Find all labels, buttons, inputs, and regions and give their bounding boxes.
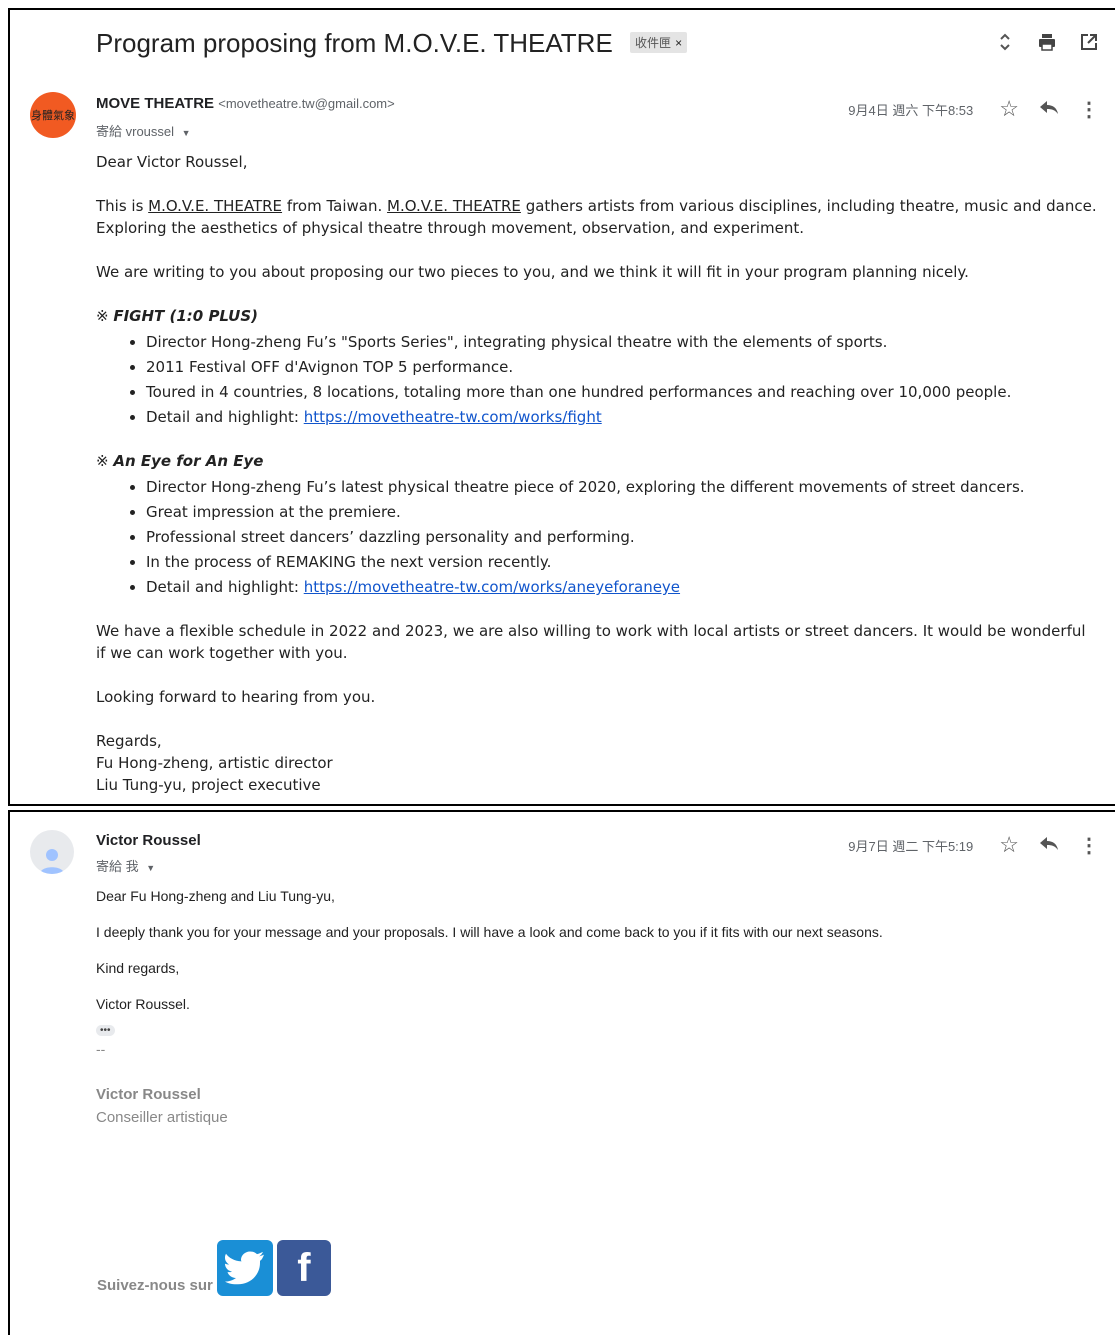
- sender-name[interactable]: Victor Roussel: [96, 832, 201, 849]
- reply-icon[interactable]: [1039, 100, 1059, 119]
- intro-paragraph: This is M.O.V.E. THEATRE from Taiwan. M.…: [96, 195, 1099, 239]
- list-item: 2011 Festival OFF d'Avignon TOP 5 perfor…: [146, 355, 1099, 380]
- label-chip-text: 收件匣: [635, 35, 672, 50]
- header-actions: [995, 32, 1099, 52]
- sender-avatar[interactable]: 身體氣象: [30, 92, 76, 138]
- list-item: Director Hong-zheng Fu’s "Sports Series"…: [146, 330, 1099, 355]
- list-item: Toured in 4 countries, 8 locations, tota…: [146, 380, 1099, 405]
- chevron-down-icon[interactable]: ▼: [182, 128, 191, 138]
- section-an-eye: ※ An Eye for An Eye Director Hong-zheng …: [96, 450, 1099, 600]
- reply-paragraph: I deeply thank you for your message and …: [96, 924, 883, 940]
- message-date: 9月4日 週六 下午8:53: [848, 102, 974, 118]
- list-item: Great impression at the premiere.: [146, 500, 1099, 525]
- more-options-icon[interactable]: ⋮: [1079, 833, 1099, 858]
- reply-icon[interactable]: [1039, 836, 1059, 855]
- avatar-logo-text: 身體氣象: [31, 109, 75, 122]
- fight-link[interactable]: https://movetheatre-tw.com/works/fight: [304, 408, 602, 426]
- signature-separator: --: [96, 1041, 106, 1057]
- social-links: Suivez-nous sur f: [96, 1240, 331, 1296]
- signature-role: Conseiller artistique: [96, 1109, 228, 1126]
- intro-text: This is: [96, 197, 149, 215]
- sender-email: <movetheatre.tw@gmail.com>: [218, 96, 395, 111]
- print-icon[interactable]: [1037, 32, 1057, 52]
- intro-text: from Taiwan.: [282, 197, 388, 215]
- ellipsis-icon: •••: [96, 1025, 115, 1036]
- reference-mark: ※: [96, 452, 114, 470]
- list-item: Professional street dancers’ dazzling pe…: [146, 525, 1099, 550]
- detail-label: Detail and highlight:: [146, 408, 304, 426]
- message-meta: 9月4日 週六 下午8:53 ☆ ⋮: [848, 96, 1099, 122]
- recipient-text: 寄給 vroussel: [96, 124, 175, 139]
- star-icon[interactable]: ☆: [999, 96, 1019, 122]
- section-fight: ※ FIGHT (1:0 PLUS) Director Hong-zheng F…: [96, 305, 1099, 430]
- reply-signoff: Kind regards,: [96, 960, 180, 976]
- section-title: An Eye for An Eye: [113, 452, 264, 470]
- signoff: Regards,: [96, 732, 162, 750]
- open-in-new-window-icon[interactable]: [1079, 32, 1099, 52]
- facebook-letter: f: [297, 1245, 311, 1290]
- subject-text: Program proposing from M.O.V.E. THEATRE: [96, 28, 613, 58]
- sender-line: MOVE THEATRE <movetheatre.tw@gmail.com>: [96, 95, 395, 112]
- chevron-down-icon[interactable]: ▼: [146, 863, 155, 873]
- message-meta: 9月7日 週二 下午5:19 ☆ ⋮: [848, 832, 1099, 858]
- inbox-label-chip[interactable]: 收件匣 ×: [630, 31, 688, 53]
- email-subject: Program proposing from M.O.V.E. THEATRE …: [96, 28, 688, 59]
- fight-bullet-list: Director Hong-zheng Fu’s "Sports Series"…: [146, 330, 1099, 430]
- facebook-icon[interactable]: f: [276, 1240, 331, 1296]
- detail-label: Detail and highlight:: [146, 578, 304, 596]
- an-eye-bullet-list: Director Hong-zheng Fu’s latest physical…: [146, 475, 1099, 600]
- message-date: 9月7日 週二 下午5:19: [848, 838, 974, 854]
- closing-paragraph: Looking forward to hearing from you.: [96, 688, 376, 706]
- person-icon: [40, 849, 64, 874]
- remove-label-icon[interactable]: ×: [675, 36, 682, 50]
- message-thread-top: Program proposing from M.O.V.E. THEATRE …: [8, 8, 1115, 806]
- sender-line: Victor Roussel: [96, 832, 201, 849]
- show-trimmed-button[interactable]: •••: [96, 1020, 115, 1036]
- more-options-icon[interactable]: ⋮: [1079, 97, 1099, 122]
- list-item: Detail and highlight: https://movetheatr…: [146, 405, 1099, 430]
- follow-us-text: Suivez-nous sur: [97, 1277, 213, 1294]
- schedule-paragraph: We have a flexible schedule in 2022 and …: [96, 622, 1086, 662]
- recipient-line[interactable]: 寄給 vroussel ▼: [96, 121, 191, 140]
- message-thread-bottom: Victor Roussel 寄給 我 ▼ 9月7日 週二 下午5:19 ☆ ⋮…: [8, 810, 1115, 1335]
- reply-greeting: Dear Fu Hong-zheng and Liu Tung-yu,: [96, 888, 335, 904]
- reference-mark: ※: [96, 307, 114, 325]
- greeting: Dear Victor Roussel,: [96, 153, 248, 171]
- signature-line: Fu Hong-zheng, artistic director: [96, 754, 333, 772]
- star-icon[interactable]: ☆: [999, 832, 1019, 858]
- recipient-line[interactable]: 寄給 我 ▼: [96, 856, 155, 875]
- list-item: Director Hong-zheng Fu’s latest physical…: [146, 475, 1099, 500]
- expand-collapse-icon[interactable]: [995, 32, 1015, 52]
- list-item: Detail and highlight: https://movetheatr…: [146, 575, 1099, 600]
- recipient-text: 寄給 我: [96, 859, 139, 874]
- list-item: In the process of REMAKING the next vers…: [146, 550, 1099, 575]
- signature-name: Victor Roussel: [96, 1086, 201, 1103]
- twitter-icon[interactable]: [216, 1240, 273, 1296]
- sender-name[interactable]: MOVE THEATRE: [96, 95, 214, 112]
- theatre-name: M.O.V.E. THEATRE: [148, 197, 283, 215]
- an-eye-link[interactable]: https://movetheatre-tw.com/works/aneyefo…: [304, 578, 680, 596]
- theatre-name: M.O.V.E. THEATRE: [387, 197, 521, 215]
- section-title: FIGHT (1:0 PLUS): [113, 307, 259, 325]
- signature-line: Liu Tung-yu, project executive: [96, 776, 321, 794]
- reply-name: Victor Roussel.: [96, 996, 190, 1012]
- message-body: Dear Victor Roussel, This is M.O.V.E. TH…: [96, 151, 1099, 796]
- sender-avatar[interactable]: [30, 830, 74, 874]
- proposal-paragraph: We are writing to you about proposing ou…: [96, 263, 969, 281]
